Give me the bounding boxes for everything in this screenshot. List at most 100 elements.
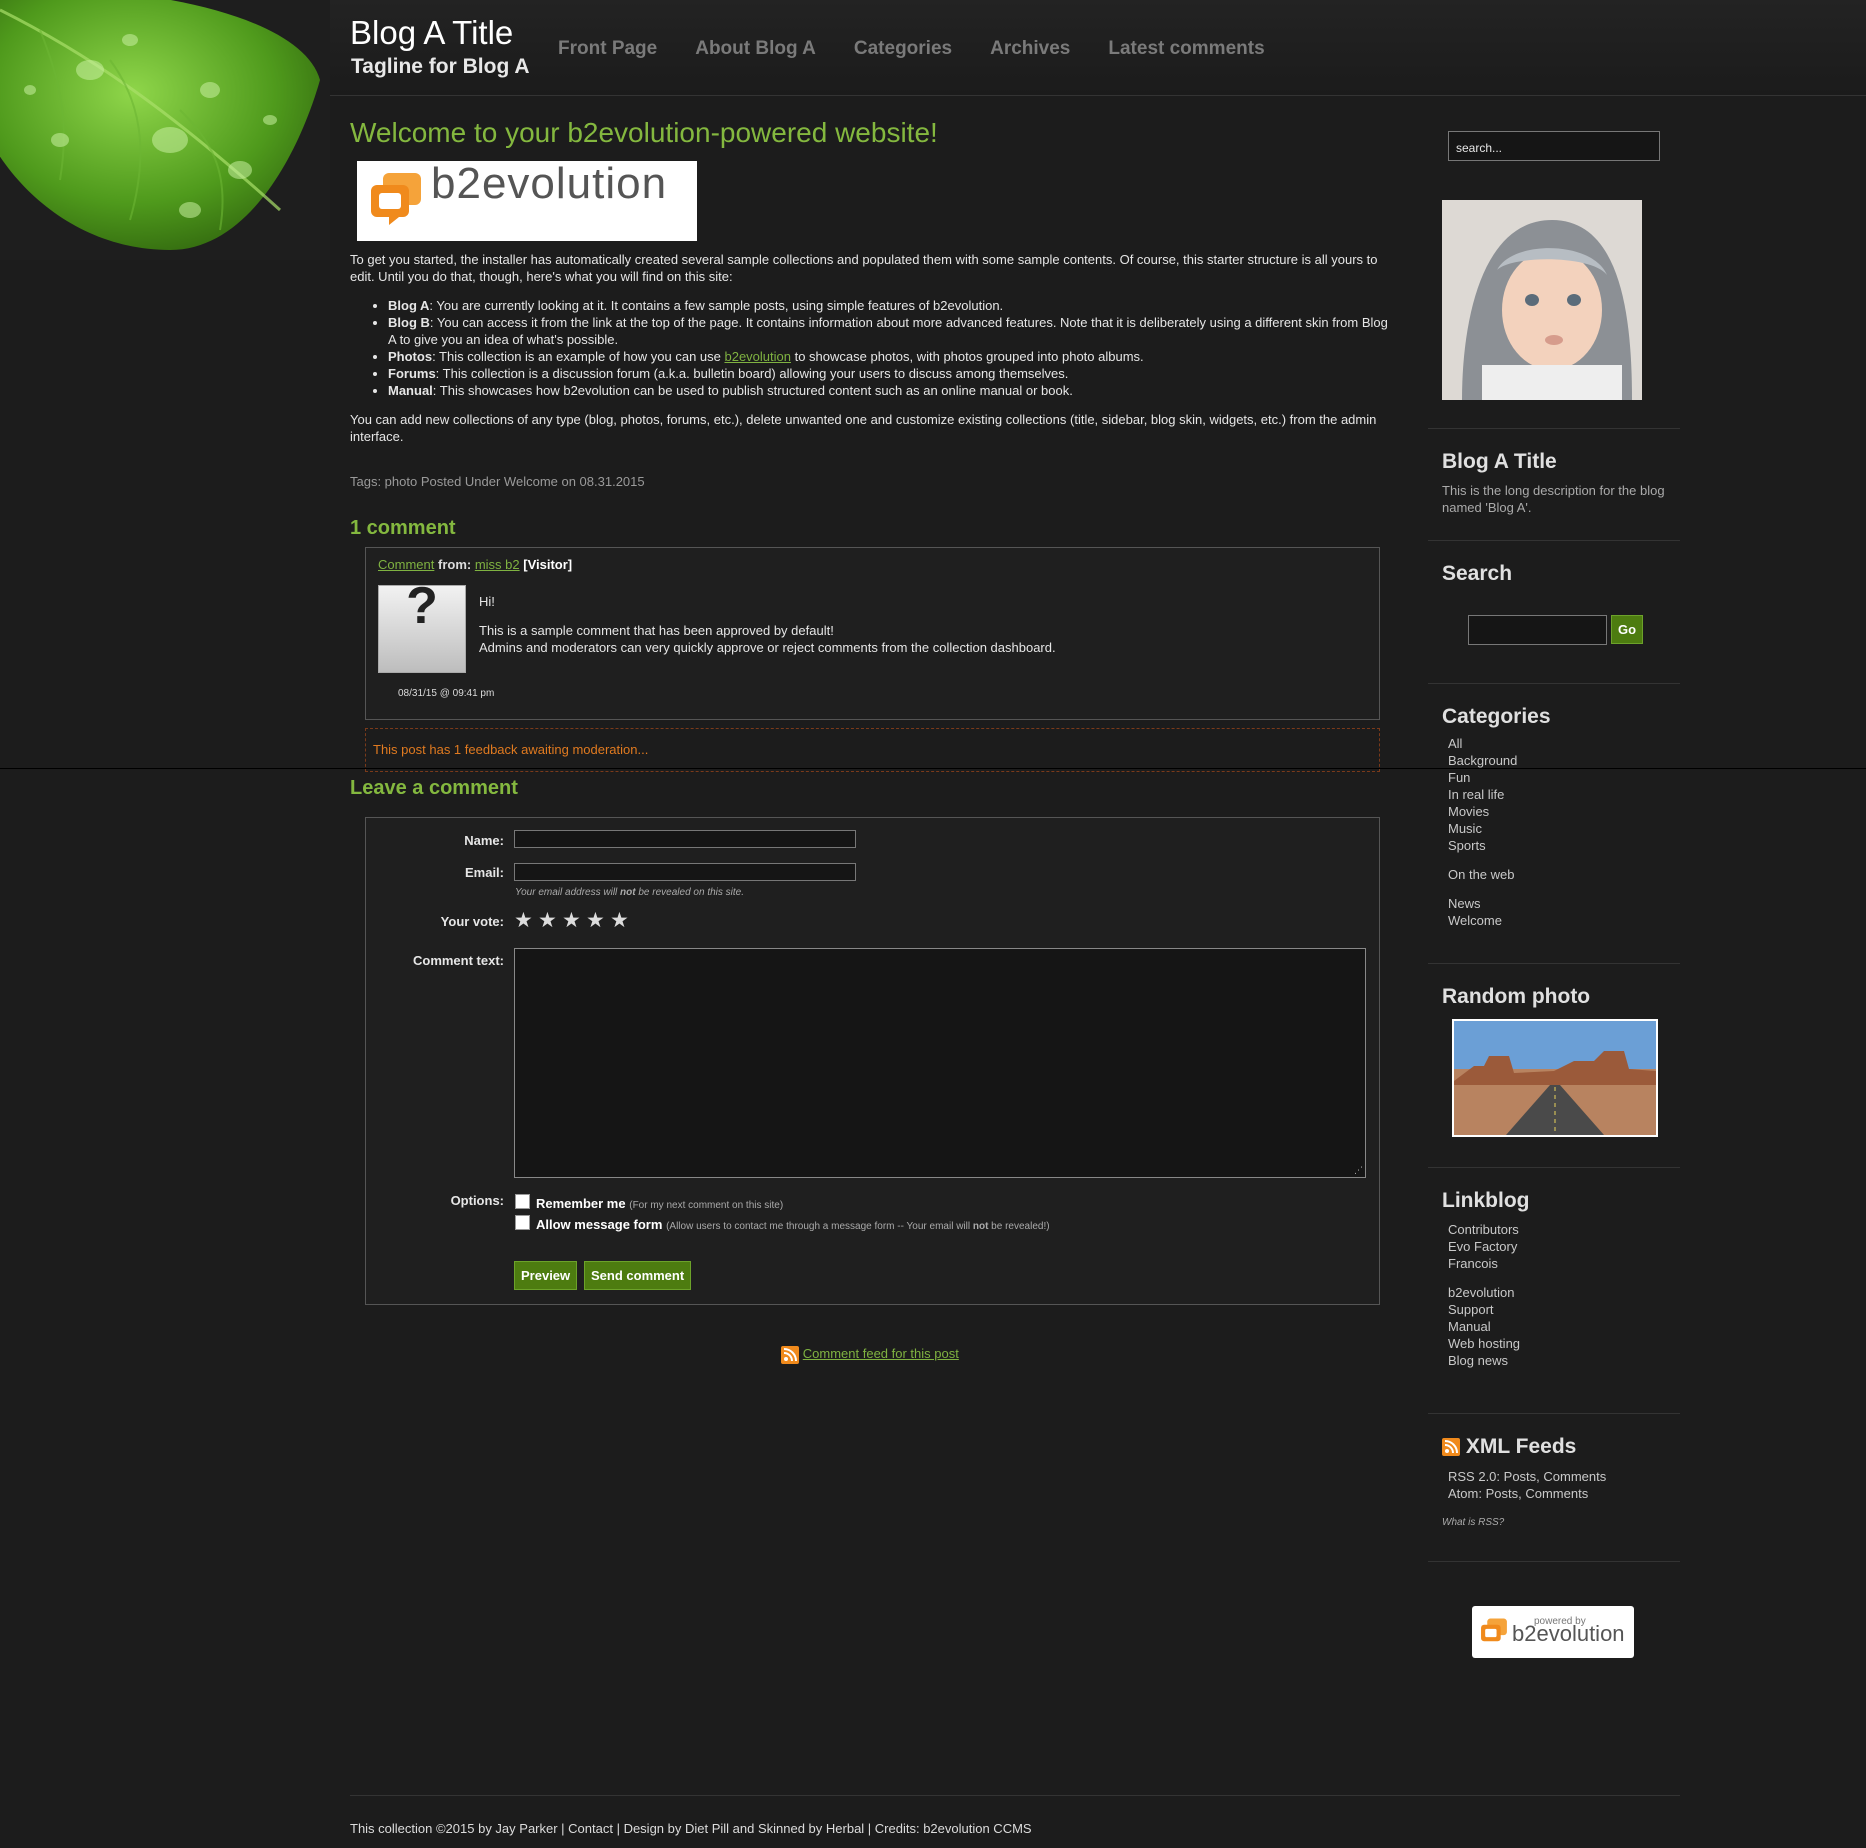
b2evolution-link[interactable]: b2evolution <box>724 349 791 364</box>
list-item: Manual: This showcases how b2evolution c… <box>388 382 1390 399</box>
resize-handle-icon[interactable]: ⋰ <box>1354 1166 1363 1175</box>
email-input[interactable] <box>514 863 856 881</box>
star-icon[interactable]: ★ <box>514 910 533 931</box>
name-input[interactable] <box>514 830 856 848</box>
atom-comments-link[interactable]: Comments <box>1525 1486 1588 1501</box>
moderation-notice: This post has 1 feedback awaiting modera… <box>365 728 1380 772</box>
email-label: Email: <box>464 865 504 880</box>
linkblog-link[interactable]: Francois <box>1448 1255 1680 1272</box>
category-link[interactable]: Music <box>1448 820 1680 837</box>
leaf-decoration-image <box>0 0 330 260</box>
linkblog-link[interactable]: Web hosting <box>1448 1335 1680 1352</box>
nav-archives[interactable]: Archives <box>990 38 1070 60</box>
main-content: Welcome to your b2evolution-powered webs… <box>350 119 1390 1364</box>
list-item: Forums: This collection is a discussion … <box>388 365 1390 382</box>
comment-date: 08/31/15 @ 09:41 pm <box>398 688 495 699</box>
comment-author-link[interactable]: miss b2 <box>475 557 520 572</box>
preview-button[interactable]: Preview <box>514 1261 578 1290</box>
remember-me-option: Remember me (For my next comment on this… <box>536 1196 784 1211</box>
category-link[interactable]: Welcome <box>1448 912 1680 929</box>
list-item: Blog B: You can access it from the link … <box>388 314 1390 348</box>
blog-info-widget: Blog A Title This is the long descriptio… <box>1428 429 1680 541</box>
rss-comments-link[interactable]: Comments <box>1543 1469 1606 1484</box>
category-link[interactable]: Movies <box>1448 803 1680 820</box>
name-label: Name: <box>464 833 504 848</box>
rss-icon <box>1442 1438 1460 1457</box>
nav-about-blog-a[interactable]: About Blog A <box>695 38 816 60</box>
footer-divider <box>350 1795 1680 1796</box>
category-link[interactable]: News <box>1448 895 1680 912</box>
rss-posts-link[interactable]: Posts <box>1504 1469 1537 1484</box>
site-title[interactable]: Blog A Title <box>350 14 513 52</box>
question-mark-icon: ? <box>406 577 438 635</box>
category-link[interactable]: Background <box>1448 752 1680 769</box>
powered-by-badge[interactable]: powered by b2evolution <box>1472 1606 1634 1659</box>
comment-feed: Comment feed for this post <box>350 1345 1390 1364</box>
logo-wordmark: b2evolution <box>431 159 668 208</box>
blog-description: This is the long description for the blo… <box>1442 483 1665 515</box>
profile-photo[interactable] <box>1442 200 1642 400</box>
linkblog-link[interactable]: Manual <box>1448 1318 1680 1335</box>
speech-bubbles-icon <box>371 173 421 225</box>
rss-icon[interactable] <box>781 1345 800 1364</box>
comment-permalink[interactable]: Comment <box>378 557 434 572</box>
comment-feed-link[interactable]: Comment feed for this post <box>803 1346 959 1361</box>
avatar[interactable]: ? <box>378 577 466 673</box>
nav-categories[interactable]: Categories <box>854 38 952 60</box>
nav-latest-comments[interactable]: Latest comments <box>1108 38 1264 60</box>
what-is-rss-link[interactable]: What is RSS? <box>1442 1514 1680 1531</box>
comment-card: Comment from: miss b2 [Visitor] ? Hi! Th… <box>365 547 1380 720</box>
remember-me-checkbox[interactable] <box>515 1194 530 1209</box>
allow-message-form-checkbox[interactable] <box>515 1215 530 1230</box>
b2evolution-logo-image: b2evolution <box>357 161 697 241</box>
comment-textarea[interactable]: ⋰ <box>514 948 1366 1178</box>
star-icon[interactable]: ★ <box>538 910 557 931</box>
post-meta: Tags: photo Posted Under Welcome on 08.3… <box>350 474 645 489</box>
send-comment-button[interactable]: Send comment <box>584 1261 692 1290</box>
site-footer: This collection ©2015 by Jay Parker | Co… <box>350 1821 1032 1836</box>
linkblog-link[interactable]: Contributors <box>1448 1221 1680 1238</box>
sidebar-search-input[interactable]: search... <box>1448 131 1660 161</box>
category-link[interactable]: All <box>1448 735 1680 752</box>
go-button[interactable]: Go <box>1611 615 1644 644</box>
xml-feeds-heading: XML Feeds <box>1442 1436 1680 1457</box>
random-photo[interactable] <box>1452 1019 1658 1137</box>
list-item: Blog A: You are currently looking at it.… <box>388 297 1390 314</box>
linkblog-link[interactable]: Blog news <box>1448 1352 1680 1369</box>
atom-posts-link[interactable]: Posts <box>1486 1486 1519 1501</box>
post-title[interactable]: Welcome to your b2evolution-powered webs… <box>350 119 1390 147</box>
star-icon[interactable]: ★ <box>562 910 581 931</box>
speech-bubbles-icon <box>1481 1619 1507 1642</box>
category-link[interactable]: Fun <box>1448 769 1680 786</box>
main-nav: Front Page About Blog A Categories Archi… <box>558 38 1265 60</box>
linkblog-heading: Linkblog <box>1442 1189 1530 1212</box>
categories-heading: Categories <box>1442 705 1551 728</box>
vote-label: Your vote: <box>440 914 504 929</box>
category-link[interactable]: In real life <box>1448 786 1680 803</box>
options-label: Options: <box>450 1193 504 1208</box>
atom-feed-row: Atom: Posts, Comments <box>1448 1486 1589 1502</box>
linkblog-link[interactable]: Support <box>1448 1301 1680 1318</box>
linkblog-link[interactable]: b2evolution <box>1448 1284 1680 1301</box>
star-icon[interactable]: ★ <box>610 910 629 931</box>
sidebar: search... Blog A Title This is the long … <box>1428 120 1680 1659</box>
search-heading: Search <box>1442 562 1513 585</box>
comment-form: Name: Email: Your email address will not… <box>365 817 1380 1305</box>
features-list: Blog A: You are currently looking at it.… <box>350 297 1390 399</box>
site-tagline: Tagline for Blog A <box>351 55 530 78</box>
comment-body: Hi! This is a sample comment that has be… <box>479 594 1056 655</box>
nav-front-page[interactable]: Front Page <box>558 38 657 60</box>
leave-comment-heading: Leave a comment <box>350 777 518 799</box>
comment-text-label: Comment text: <box>412 953 504 968</box>
list-item: Photos: This collection is an example of… <box>388 348 1390 365</box>
powered-by-widget: powered by b2evolution <box>1428 1562 1680 1659</box>
linkblog-widget: Linkblog Contributors Evo Factory Franco… <box>1428 1168 1680 1414</box>
categories-widget: Categories All Background Fun In real li… <box>1428 684 1680 964</box>
search-widget-input[interactable] <box>1468 615 1607 645</box>
linkblog-link[interactable]: Evo Factory <box>1448 1238 1680 1255</box>
category-link[interactable]: On the web <box>1448 866 1680 883</box>
random-photo-heading: Random photo <box>1442 985 1591 1008</box>
post-intro: To get you started, the installer has au… <box>350 252 1378 284</box>
category-link[interactable]: Sports <box>1448 837 1680 854</box>
star-icon[interactable]: ★ <box>586 910 605 931</box>
